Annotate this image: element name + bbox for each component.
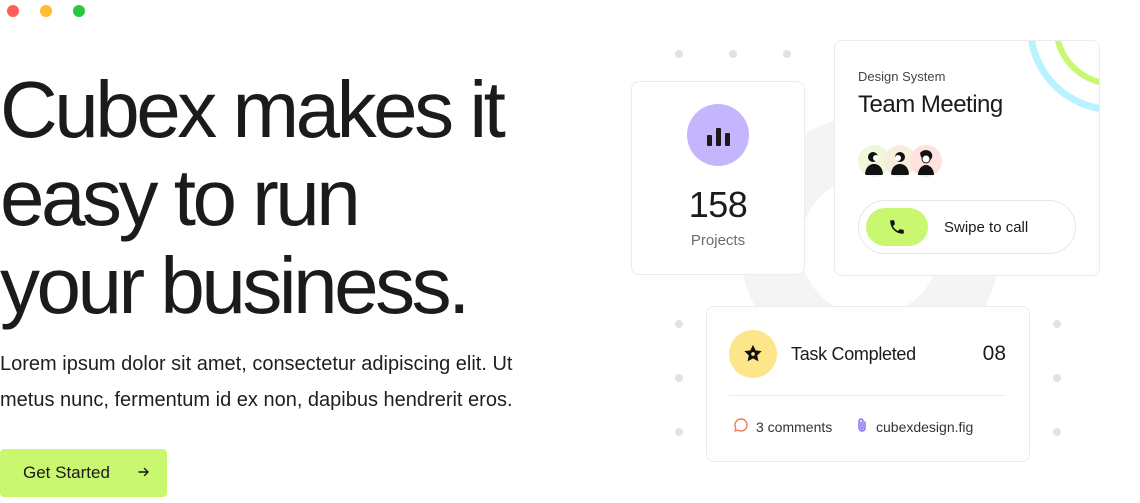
hero-title-line-1: Cubex makes it xyxy=(0,65,506,154)
avatar[interactable] xyxy=(910,145,942,177)
get-started-button[interactable]: Get Started xyxy=(0,449,167,497)
attachment-link[interactable]: cubexdesign.fig xyxy=(855,417,973,436)
divider xyxy=(729,395,1006,396)
comments-label: 3 comments xyxy=(756,418,833,435)
paperclip-icon xyxy=(855,417,869,436)
arrow-right-icon xyxy=(138,465,150,481)
maximize-window-button[interactable] xyxy=(73,5,85,17)
meeting-subtitle: Design System xyxy=(858,69,946,84)
window-controls xyxy=(7,5,85,17)
task-title: Task Completed xyxy=(791,344,916,364)
hero-title-line-2: easy to run xyxy=(0,153,361,242)
hero-title: Cubex makes it easy to run your business… xyxy=(0,66,600,330)
comment-icon xyxy=(733,417,749,436)
decor-dot xyxy=(1053,428,1061,436)
decor-dot xyxy=(675,50,683,58)
comments-link[interactable]: 3 comments xyxy=(733,417,832,436)
swipe-to-call-label: Swipe to call xyxy=(944,218,1029,236)
task-count: 08 xyxy=(982,342,1006,365)
decor-dot xyxy=(675,428,683,436)
close-window-button[interactable] xyxy=(7,5,19,17)
star-badge-icon xyxy=(729,330,777,378)
avatar-group xyxy=(858,145,942,177)
decor-dot xyxy=(1053,374,1061,382)
decor-dot xyxy=(1053,320,1061,328)
hero-description: Lorem ipsum dolor sit amet, consectetur … xyxy=(0,353,513,411)
meeting-title: Team Meeting xyxy=(858,91,1003,118)
projects-label: Projects xyxy=(690,232,746,249)
attachment-label: cubexdesign.fig xyxy=(876,418,974,435)
bar-chart-icon xyxy=(687,104,749,166)
swipe-to-call-slider[interactable]: Swipe to call xyxy=(858,200,1076,254)
decor-dot xyxy=(675,374,683,382)
get-started-label: Get Started xyxy=(23,463,110,482)
projects-card: 158 Projects xyxy=(631,81,805,275)
decor-dot xyxy=(729,50,737,58)
minimize-window-button[interactable] xyxy=(40,5,52,17)
team-meeting-card: Design System Team Meeting Swipe to call xyxy=(834,40,1100,276)
task-completed-card: Task Completed 08 3 comments cubexdesign… xyxy=(706,306,1030,462)
decor-dot xyxy=(783,50,791,58)
projects-count: 158 xyxy=(688,184,748,225)
decor-dot xyxy=(675,320,683,328)
hero-title-line-3: your business. xyxy=(0,241,470,330)
phone-icon[interactable] xyxy=(866,208,928,246)
